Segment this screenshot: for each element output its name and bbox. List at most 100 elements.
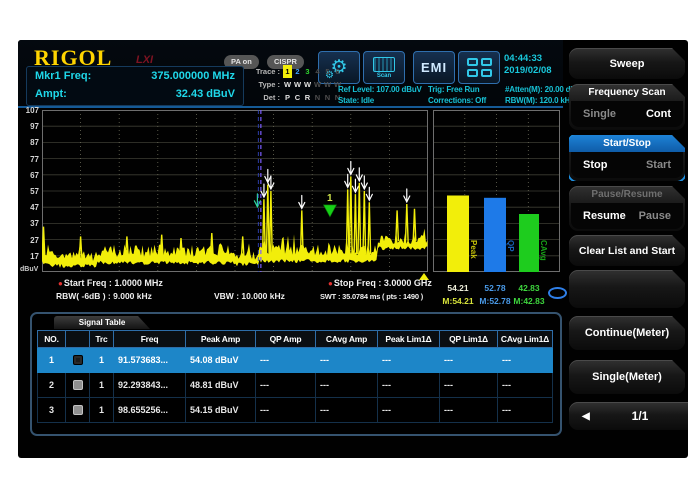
table-cell: --- — [315, 373, 377, 398]
meter-bar-qp — [484, 198, 506, 272]
table-cell: 98.655256... — [113, 398, 185, 423]
atten: #Atten(M): 20.00 dB — [505, 84, 576, 95]
table-cell: --- — [439, 348, 497, 373]
scan-label: Scan — [377, 73, 391, 79]
frequency-scan-title: Frequency Scan — [569, 84, 685, 101]
blank-softkey-button[interactable] — [569, 270, 685, 308]
legend-item: 1 — [283, 65, 292, 78]
screenshot: RIGOL LXI PA on CISPR ⚙ ⚙ Scan EMI 04:44… — [0, 0, 700, 500]
page-navigation: ◀ 1/1 ▶ — [569, 402, 688, 430]
signal-table-header: NO.TrcFreqPeak AmpQP AmpCAvg AmpPeak Lim… — [37, 330, 553, 348]
meter-bar-label: Peak — [469, 240, 478, 259]
scan-mode-button[interactable]: Scan — [363, 51, 405, 84]
frequency-scan-group: Frequency Scan Single Cont — [569, 84, 685, 130]
trigger: Trig: Free Run — [428, 84, 486, 95]
ampt-label: Ampt: — [35, 86, 67, 103]
y-tick-label: 27 — [18, 236, 39, 245]
table-cell: --- — [255, 398, 315, 423]
table-cell: 54.15 dBuV — [185, 398, 255, 423]
table-cell: 1 — [89, 398, 113, 423]
marker-1-label: 1 — [327, 193, 333, 204]
peak-marker-arrow — [361, 176, 367, 189]
table-row[interactable]: 3198.655256...54.15 dBuV--------------- — [37, 398, 553, 423]
legend-item: 6 — [333, 65, 342, 78]
stop-option[interactable]: Stop — [583, 159, 607, 171]
swt: SWT : 35.0784 ms ( pts : 1490 ) — [320, 292, 423, 301]
meter-bar-label: CAvg — [539, 240, 548, 261]
grid-icon — [467, 58, 492, 77]
table-cell — [65, 348, 89, 373]
meter-bar-cavg — [519, 214, 539, 272]
table-column-header: NO. — [37, 330, 65, 348]
table-column-header: Freq — [113, 330, 185, 348]
time: 04:44:33 — [504, 53, 552, 65]
legend-item: P — [283, 91, 292, 104]
peak-marker-arrow — [348, 161, 354, 174]
prev-page-button[interactable]: ◀ — [582, 411, 590, 422]
layout-button[interactable] — [458, 51, 500, 84]
rbw: RBW( -6dB ) : 9.000 kHz — [56, 291, 152, 301]
legend-item: N — [323, 91, 332, 104]
signal-table-body: 1191.573683...54.08 dBuV---------------2… — [37, 348, 553, 423]
clear-list-and-start-button[interactable]: Clear List and Start — [569, 235, 685, 266]
peak-marker-arrow — [268, 176, 274, 189]
row-checkbox[interactable] — [73, 355, 83, 365]
frequency-scan-single-option[interactable]: Single — [583, 108, 616, 120]
table-column-header — [65, 330, 89, 348]
table-cell: --- — [497, 398, 553, 423]
resume-option[interactable]: Resume — [583, 210, 626, 222]
table-column-header: Peak Amp — [185, 330, 255, 348]
lxi-logo: LXI — [136, 54, 153, 66]
meter-cavg-max: M:42.83 — [507, 296, 551, 306]
legend-item: R — [303, 91, 312, 104]
start-option[interactable]: Start — [646, 159, 671, 171]
table-cell: 3 — [37, 398, 65, 423]
ampt-value: 32.43 dBuV — [176, 86, 235, 103]
signal-table-tab[interactable]: Signal Table — [54, 316, 150, 329]
single-meter-button[interactable]: Single(Meter) — [569, 360, 685, 394]
table-column-header: Peak Lim1Δ — [377, 330, 439, 348]
table-cell: 54.08 dBuV — [185, 348, 255, 373]
legend-label: Type : — [244, 78, 280, 91]
legend-item: 5 — [323, 65, 332, 78]
pause-option[interactable]: Pause — [639, 210, 671, 222]
table-cell: --- — [497, 348, 553, 373]
state: State: Idle — [338, 95, 422, 106]
table-cell: --- — [497, 373, 553, 398]
meter-bar-label: QP — [506, 240, 515, 252]
pause-resume-group: Pause/Resume Resume Pause — [569, 186, 685, 231]
legend-label: Det : — [244, 91, 280, 104]
meter-cavg-value: 42.83 — [507, 283, 551, 293]
table-column-header: QP Lim1Δ — [439, 330, 497, 348]
emi-mode-button[interactable]: EMI — [413, 51, 455, 84]
table-cell: 2 — [37, 373, 65, 398]
table-cell: --- — [439, 398, 497, 423]
mkr1-freq-label: Mkr1 Freq: — [35, 68, 91, 85]
status-col-2: Trig: Free Run Corrections: Off — [428, 84, 486, 106]
y-tick-label: 17 — [18, 252, 39, 261]
clock: 04:44:33 2019/02/08 — [504, 53, 552, 77]
peak-marker-arrow — [299, 195, 305, 208]
corrections: Corrections: Off — [428, 95, 486, 106]
legend-item: W — [303, 78, 312, 91]
sweep-button[interactable]: Sweep — [569, 48, 685, 79]
row-checkbox[interactable] — [73, 405, 83, 415]
peak-marker-arrow — [366, 187, 372, 200]
continue-meter-button[interactable]: Continue(Meter) — [569, 316, 685, 350]
legend-item: W — [313, 78, 322, 91]
trace-legend: Trace :123456 Type :WWWWWW Det :PCRNNN — [244, 65, 343, 104]
frequency-scan-cont-option[interactable]: Cont — [646, 108, 671, 120]
table-cell: 92.293843... — [113, 373, 185, 398]
table-row[interactable]: 2192.293843...48.81 dBuV--------------- — [37, 373, 553, 398]
table-cell — [65, 373, 89, 398]
legend-item: 3 — [303, 65, 312, 78]
table-cell: --- — [377, 398, 439, 423]
rbw-m: RBW(M): 120.0 kHz — [505, 95, 576, 106]
legend-item: W — [283, 78, 292, 91]
table-column-header: QP Amp — [255, 330, 315, 348]
trace-row: Trace :123456 — [244, 65, 343, 78]
table-row[interactable]: 1191.573683...54.08 dBuV--------------- — [37, 348, 553, 373]
row-checkbox[interactable] — [73, 380, 83, 390]
table-cell: 91.573683... — [113, 348, 185, 373]
repeat-icon[interactable] — [548, 287, 567, 299]
